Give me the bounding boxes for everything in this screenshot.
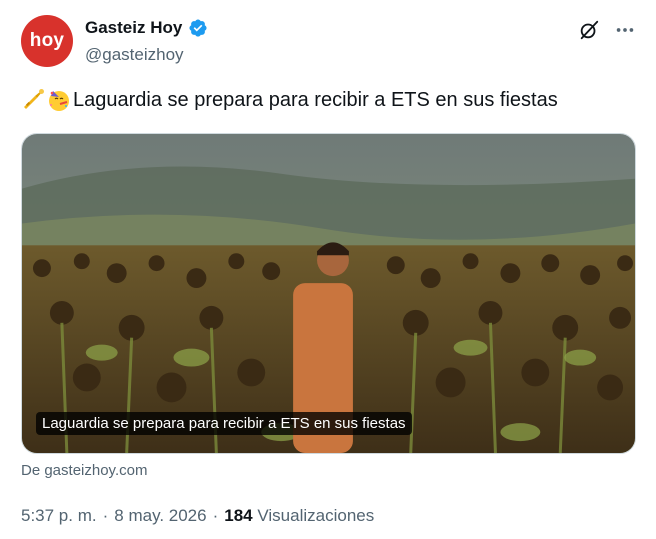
author-handle[interactable]: @gasteizhoy xyxy=(85,45,184,65)
tweet-date[interactable]: 8 may. 2026 xyxy=(114,506,206,526)
author-display-name[interactable]: Gasteiz Hoy xyxy=(85,18,182,38)
more-options-icon[interactable] xyxy=(612,17,638,43)
link-card[interactable]: Laguardia se prepara para recibir a ETS … xyxy=(21,133,636,454)
tweet-text-content: Laguardia se prepara para recibir a ETS … xyxy=(73,88,558,111)
card-source-link[interactable]: De gasteizhoy.com xyxy=(21,462,147,479)
card-caption: Laguardia se prepara para recibir a ETS … xyxy=(36,412,412,435)
avatar[interactable]: hoy xyxy=(21,15,73,67)
meta-separator: · xyxy=(212,506,219,525)
views-label: Visualizaciones xyxy=(257,506,375,525)
trumpet-emoji-icon xyxy=(21,88,45,112)
meta-separator: · xyxy=(102,506,109,525)
tweet-meta: 5:37 p. m. · 8 may. 2026 · 184 Visualiza… xyxy=(21,506,374,526)
partying-face-emoji-icon xyxy=(47,88,71,112)
tweet-text: Laguardia se prepara para recibir a ETS … xyxy=(21,88,636,112)
tweet-time[interactable]: 5:37 p. m. xyxy=(21,506,97,526)
verified-badge-icon xyxy=(188,18,208,38)
views-count: 184 xyxy=(224,506,253,525)
author-name-row[interactable]: Gasteiz Hoy xyxy=(85,18,208,38)
grok-icon[interactable] xyxy=(576,17,602,43)
card-image[interactable] xyxy=(22,134,635,453)
